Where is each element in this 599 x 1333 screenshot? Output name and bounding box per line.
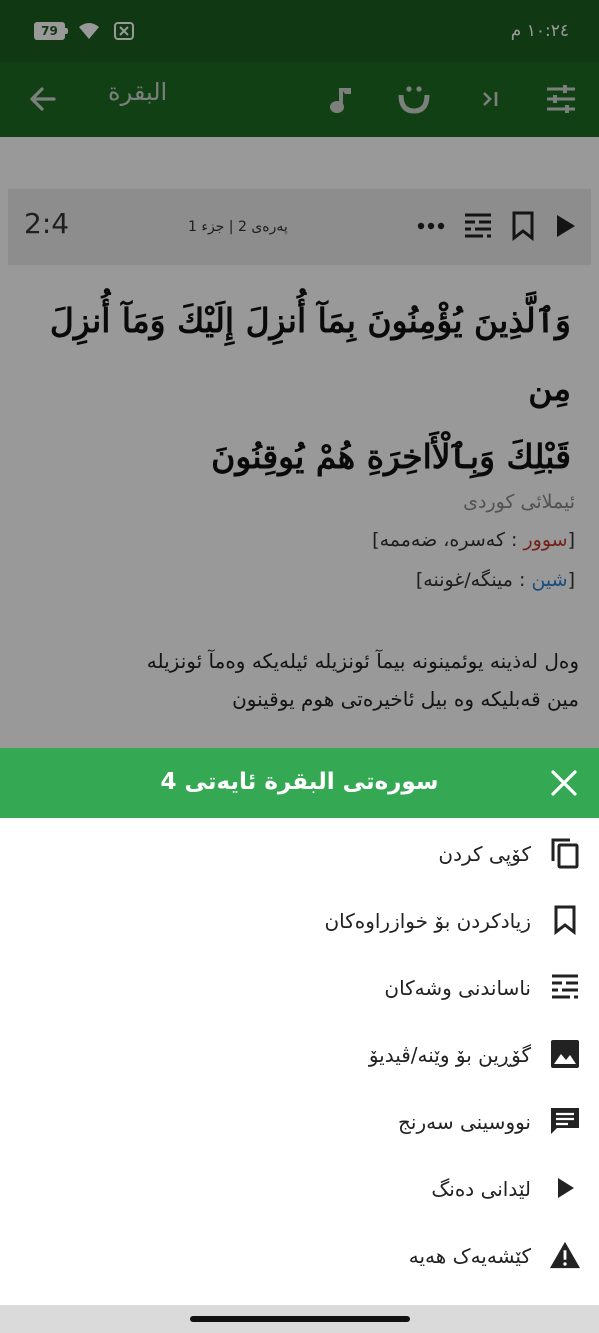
- warning-icon: [549, 1239, 581, 1271]
- menu-item-note[interactable]: نووسینی سەرنج: [0, 1088, 599, 1154]
- verse-options-sheet: سورەتی البقرة ئایەتی 4 کۆپی کردن زیادکرد…: [0, 748, 599, 1333]
- close-icon[interactable]: [549, 768, 579, 798]
- sheet-title: سورەتی البقرة ئایەتی 4: [160, 769, 439, 795]
- menu-item-copy[interactable]: کۆپی کردن: [0, 820, 599, 886]
- note-icon: [549, 1105, 581, 1137]
- menu-item-bookmark[interactable]: زیادکردن بۆ خوازراوەکان: [0, 887, 599, 953]
- menu-item-label: کۆپی کردن: [438, 842, 531, 866]
- modal-scrim[interactable]: [0, 0, 599, 748]
- home-handle[interactable]: [190, 1316, 410, 1322]
- menu-item-report-issue[interactable]: کێشەیەک هەیە: [0, 1222, 599, 1288]
- bookmark-icon: [549, 904, 581, 936]
- menu-item-word-meanings[interactable]: ناساندنی وشەکان: [0, 954, 599, 1020]
- play-icon: [549, 1172, 581, 1204]
- menu-item-label: گۆڕین بۆ وێنە/ڤیدیۆ: [368, 1043, 531, 1067]
- menu-item-image-video[interactable]: گۆڕین بۆ وێنە/ڤیدیۆ: [0, 1021, 599, 1087]
- menu-item-label: لێدانی دەنگ: [431, 1177, 531, 1201]
- menu-item-play-audio[interactable]: لێدانی دەنگ: [0, 1155, 599, 1221]
- word-grid-icon: [549, 971, 581, 1003]
- image-icon: [549, 1038, 581, 1070]
- menu-item-label: نووسینی سەرنج: [397, 1110, 531, 1134]
- menu-item-label: ناساندنی وشەکان: [384, 976, 531, 1000]
- system-nav-bar: [0, 1305, 599, 1333]
- copy-icon: [549, 837, 581, 869]
- sheet-header: سورەتی البقرة ئایەتی 4: [0, 748, 599, 818]
- menu-item-label: زیادکردن بۆ خوازراوەکان: [324, 909, 531, 933]
- menu-item-label: کێشەیەک هەیە: [408, 1244, 531, 1268]
